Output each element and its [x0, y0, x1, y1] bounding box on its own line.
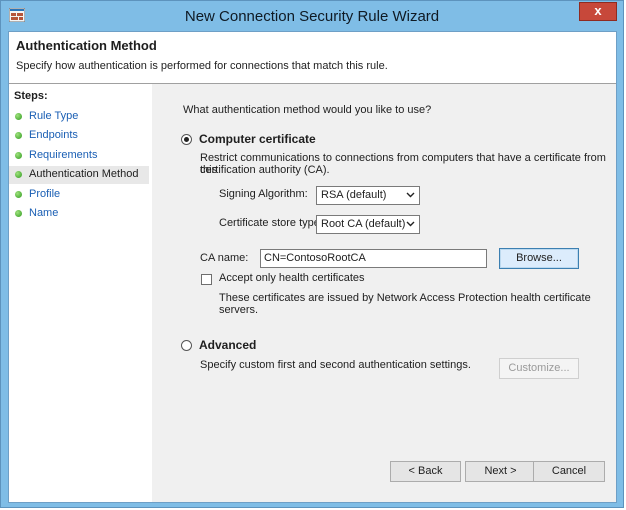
signing-algorithm-value: RSA (default) [321, 189, 387, 201]
step-label: Rule Type [29, 110, 79, 122]
step-rule-type[interactable]: Rule Type [9, 108, 149, 126]
computer-certificate-radio[interactable] [181, 134, 192, 145]
ca-name-input[interactable]: CN=ContosoRootCA [260, 249, 487, 268]
browse-button[interactable]: Browse... [499, 248, 579, 269]
customize-button[interactable]: Customize... [499, 358, 579, 379]
step-bullet-icon [15, 171, 22, 178]
step-name[interactable]: Name [9, 205, 149, 223]
health-certificates-note-line2: servers. [219, 304, 259, 316]
page-description: Specify how authentication is performed … [16, 60, 388, 72]
step-label: Requirements [29, 149, 98, 161]
step-label: Name [29, 207, 59, 219]
step-label: Authentication Method [29, 168, 139, 180]
wizard-header: Authentication Method Specify how authen… [9, 32, 616, 84]
step-bullet-icon [15, 113, 22, 120]
advanced-label[interactable]: Advanced [199, 338, 256, 352]
step-label: Profile [29, 188, 61, 200]
step-endpoints[interactable]: Endpoints [9, 127, 149, 145]
wizard-client-area: Authentication Method Specify how authen… [8, 31, 617, 503]
signing-algorithm-label: Signing Algorithm: [219, 188, 308, 200]
certificate-store-type-label: Certificate store type: [219, 217, 323, 229]
chevron-down-icon [406, 192, 415, 198]
window-title: New Connection Security Rule Wizard [184, 8, 440, 25]
main-content: What authentication method would you lik… [152, 84, 616, 502]
certificate-store-type-value: Root CA (default) [321, 218, 406, 230]
page-title: Authentication Method [16, 38, 157, 53]
wizard-window: New Connection Security Rule Wizard x Au… [0, 0, 624, 508]
chevron-down-icon [406, 221, 415, 227]
cancel-button[interactable]: Cancel [533, 461, 605, 482]
step-label: Endpoints [29, 129, 78, 141]
steps-title: Steps: [14, 90, 48, 102]
step-profile[interactable]: Profile [9, 186, 149, 204]
advanced-radio[interactable] [181, 340, 192, 351]
step-bullet-icon [15, 210, 22, 217]
steps-panel: Steps: Rule Type Endpoints Requirements … [9, 84, 152, 502]
title-bar[interactable]: New Connection Security Rule Wizard x [1, 1, 623, 31]
step-bullet-icon [15, 132, 22, 139]
step-requirements[interactable]: Requirements [9, 147, 149, 165]
ca-name-label: CA name: [200, 252, 249, 264]
certificate-store-type-select[interactable]: Root CA (default) [316, 215, 420, 234]
back-button[interactable]: < Back [390, 461, 461, 482]
method-question: What authentication method would you lik… [183, 104, 432, 116]
accept-health-certificates-checkbox[interactable] [201, 274, 212, 285]
health-certificates-note-line1: These certificates are issued by Network… [219, 292, 591, 304]
signing-algorithm-select[interactable]: RSA (default) [316, 186, 420, 205]
next-button[interactable]: Next > [465, 461, 536, 482]
advanced-description: Specify custom first and second authenti… [200, 359, 471, 371]
accept-health-certificates-label[interactable]: Accept only health certificates [219, 272, 365, 284]
computer-certificate-label[interactable]: Computer certificate [199, 132, 316, 146]
step-authentication-method[interactable]: Authentication Method [9, 166, 149, 184]
step-bullet-icon [15, 191, 22, 198]
computer-certificate-description-line2: certification authority (CA). [200, 164, 330, 176]
close-button[interactable]: x [579, 2, 617, 21]
step-bullet-icon [15, 152, 22, 159]
